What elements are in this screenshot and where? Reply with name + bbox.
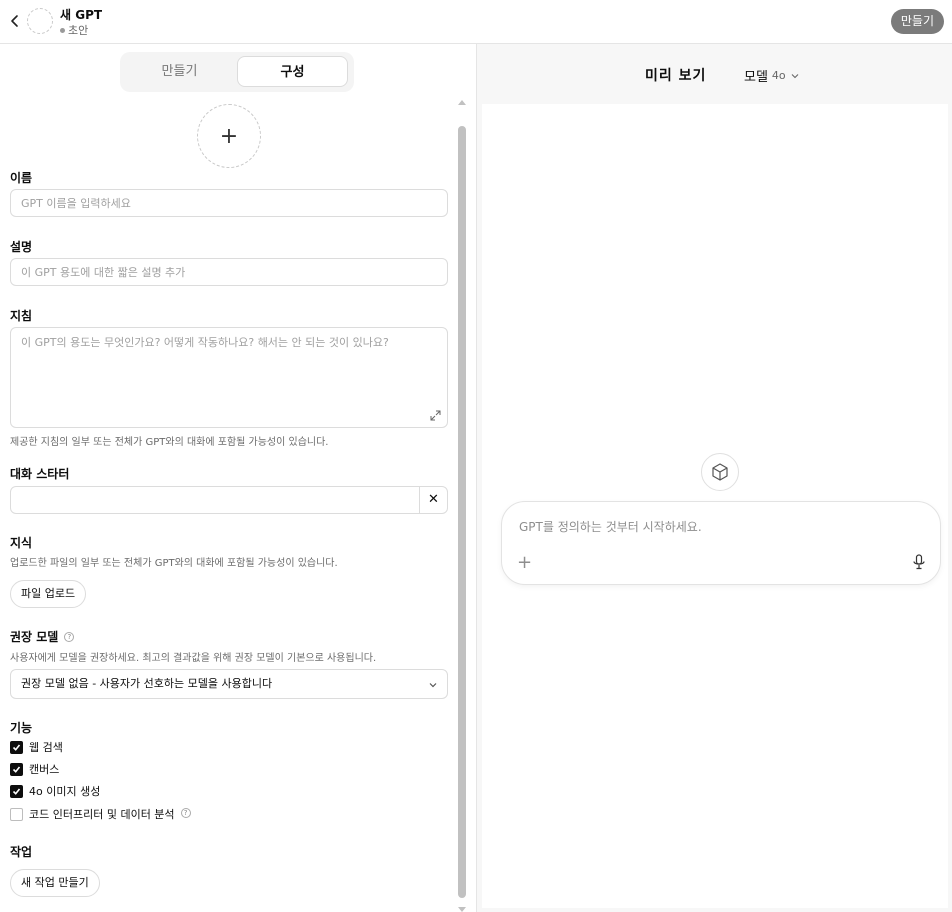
recommended-model-value: 권장 모델 없음 - 사용자가 선호하는 모델을 사용합니다	[21, 677, 273, 690]
scroll-down-arrow-icon[interactable]	[458, 907, 466, 912]
knowledge-label: 지식	[10, 536, 33, 550]
scroll-up-arrow-icon[interactable]	[458, 100, 466, 105]
starters-label: 대화 스타터	[10, 467, 70, 481]
check-icon	[12, 743, 21, 751]
configure-panel: 만들기 구성 + 이름 GPT 이름을 입력하세요 설명 이 GPT 용도에 대…	[0, 44, 476, 912]
name-label: 이름	[10, 171, 33, 185]
tab-configure[interactable]: 구성	[237, 56, 348, 87]
instructions-placeholder: 이 GPT의 용도는 무엇인가요? 어떻게 작동하나요? 해서는 안 되는 것이…	[21, 336, 389, 349]
mode-tabs: 만들기 구성	[120, 52, 354, 92]
model-version: 4o	[771, 69, 786, 82]
instructions-textarea[interactable]: 이 GPT의 용도는 무엇인가요? 어떻게 작동하나요? 해서는 안 되는 것이…	[10, 327, 448, 428]
top-bar: 새 GPT 초안 만들기	[0, 0, 952, 44]
back-arrow-icon[interactable]	[6, 12, 24, 30]
capability-label: 코드 인터프리터 및 데이터 분석	[29, 808, 175, 821]
description-label: 설명	[10, 240, 33, 254]
preview-title: 미리 보기	[645, 68, 707, 84]
draft-status: 초안	[60, 22, 88, 38]
capability-code-interpreter: 코드 인터프리터 및 데이터 분석 ?	[10, 806, 191, 822]
name-input[interactable]: GPT 이름을 입력하세요	[10, 189, 448, 217]
microphone-icon[interactable]	[912, 554, 926, 570]
knowledge-help: 업로드한 파일의 일부 또는 전체가 GPT와의 대화에 포함될 가능성이 있습…	[10, 558, 338, 569]
chevron-down-icon	[791, 73, 799, 78]
capability-web-search: 웹 검색	[10, 739, 63, 755]
composer-placeholder: GPT를 정의하는 것부터 시작하세요.	[519, 520, 702, 534]
scrollbar[interactable]	[457, 100, 467, 912]
recommended-model-help: 사용자에게 모델을 권장하세요. 최고의 결과값을 위해 권장 모델이 기본으로…	[10, 653, 377, 664]
recommended-model-label: 권장 모델?	[10, 628, 75, 645]
chevron-down-icon	[429, 683, 437, 688]
gpt-title: 새 GPT	[60, 8, 103, 22]
status-dot-icon	[60, 27, 65, 33]
actions-label: 작업	[10, 845, 33, 859]
create-button[interactable]: 만들기	[890, 9, 944, 34]
checkbox-canvas[interactable]	[10, 762, 23, 776]
message-composer[interactable]: GPT를 정의하는 것부터 시작하세요. +	[501, 501, 941, 585]
upload-files-button[interactable]: 파일 업로드	[10, 580, 87, 608]
checkbox-code-interpreter[interactable]	[10, 807, 23, 821]
capability-label: 4o 이미지 생성	[29, 785, 101, 798]
create-new-action-button[interactable]: 새 작업 만들기	[10, 869, 100, 897]
conversation-starter-input[interactable]: ✕	[10, 486, 448, 514]
model-selector[interactable]: 모델 4o	[744, 66, 800, 85]
preview-panel: 미리 보기 모델 4o GPT를 정의하는 것부터 시작하세요. +	[477, 44, 952, 912]
check-icon	[12, 765, 21, 773]
cube-icon	[701, 453, 739, 491]
tab-create[interactable]: 만들기	[124, 56, 235, 87]
recommended-model-select[interactable]: 권장 모델 없음 - 사용자가 선호하는 모델을 사용합니다	[10, 669, 448, 699]
capability-label: 웹 검색	[29, 741, 63, 754]
capabilities-label: 기능	[10, 721, 33, 735]
model-label: 모델	[744, 70, 768, 85]
instructions-help: 제공한 지침의 일부 또는 전체가 GPT와의 대화에 포함될 가능성이 있습니…	[10, 437, 329, 448]
avatar-upload-button[interactable]: +	[197, 104, 261, 168]
checkbox-web-search[interactable]	[10, 740, 23, 754]
status-label: 초안	[68, 24, 89, 37]
description-input[interactable]: 이 GPT 용도에 대한 짧은 설명 추가	[10, 258, 448, 286]
capability-label: 캔버스	[29, 763, 60, 776]
help-question-icon[interactable]: ?	[180, 808, 191, 818]
gpt-avatar	[27, 8, 53, 34]
remove-starter-close-icon[interactable]: ✕	[419, 487, 447, 513]
scrollbar-thumb[interactable]	[458, 126, 466, 898]
checkbox-image-generation[interactable]	[10, 784, 23, 798]
preview-chat-area: GPT를 정의하는 것부터 시작하세요. +	[482, 104, 948, 908]
attach-plus-icon[interactable]: +	[517, 554, 532, 572]
plus-icon: +	[219, 123, 239, 149]
capability-canvas: 캔버스	[10, 761, 59, 777]
recommended-model-text: 권장 모델	[10, 630, 59, 644]
instructions-label: 지침	[10, 309, 33, 323]
capability-image-generation: 4o 이미지 생성	[10, 783, 100, 799]
check-icon	[12, 787, 21, 795]
expand-icon[interactable]	[430, 410, 441, 421]
help-question-icon[interactable]: ?	[64, 631, 75, 642]
